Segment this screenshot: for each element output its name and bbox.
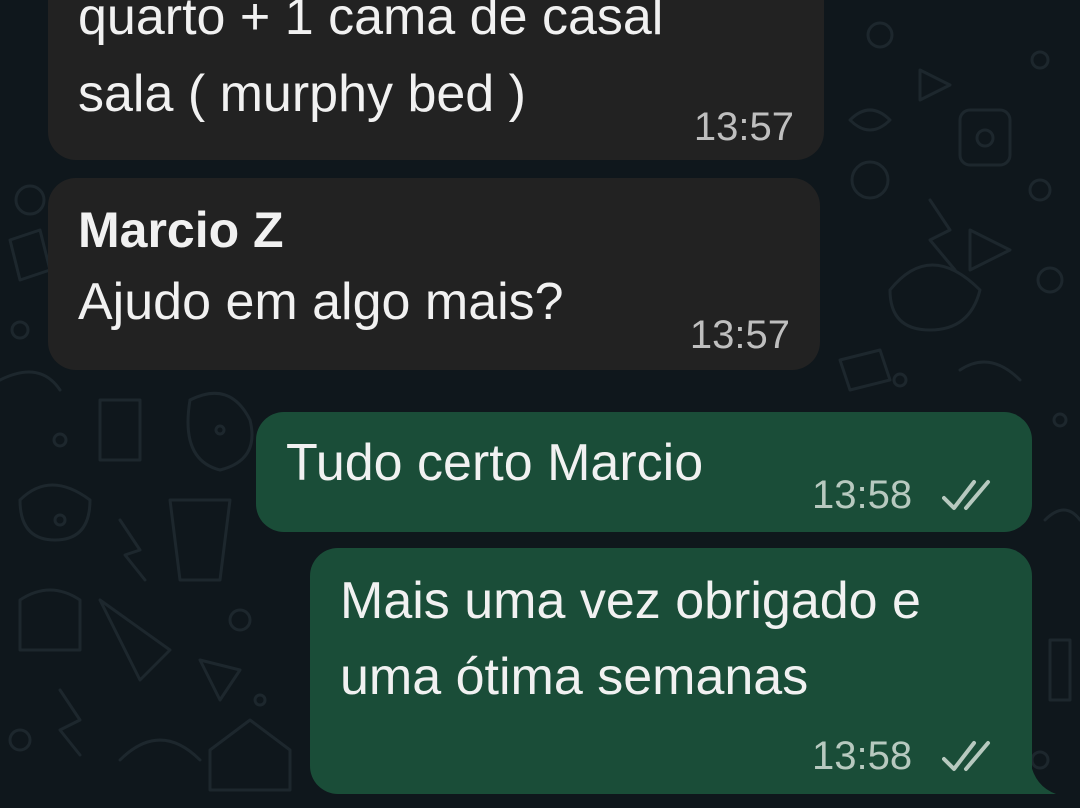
message-bubble-incoming[interactable]: Marcio Z Ajudo em algo mais? 13:57	[48, 178, 820, 370]
chat-area[interactable]: quarto + 1 cama de casal sala ( murphy b…	[0, 0, 1080, 808]
bubble-tail	[1030, 760, 1056, 794]
message-text-line: quarto + 1 cama de casal	[78, 0, 664, 46]
message-text-line: sala ( murphy bed )	[78, 65, 526, 123]
double-check-read-icon	[942, 480, 990, 510]
message-bubble-outgoing[interactable]: Mais uma vez obrigado e uma ótima semana…	[310, 548, 1032, 794]
double-check-read-icon	[942, 741, 990, 771]
message-text-line: Ajudo em algo mais?	[78, 273, 564, 331]
sender-name[interactable]: Marcio Z	[78, 200, 284, 260]
message-timestamp: 13:57	[689, 313, 790, 357]
message-bubble-incoming[interactable]: quarto + 1 cama de casal sala ( murphy b…	[48, 0, 824, 160]
message-timestamp: 13:58	[812, 473, 913, 517]
message-text-line: uma ótima semanas	[340, 648, 809, 706]
message-timestamp: 13:57	[693, 105, 794, 149]
message-text-line: Mais uma vez obrigado e	[340, 572, 921, 630]
message-bubble-outgoing[interactable]: Tudo certo Marcio 13:58	[256, 412, 1032, 532]
message-timestamp: 13:58	[812, 734, 913, 778]
message-text-line: Tudo certo Marcio	[286, 434, 704, 492]
